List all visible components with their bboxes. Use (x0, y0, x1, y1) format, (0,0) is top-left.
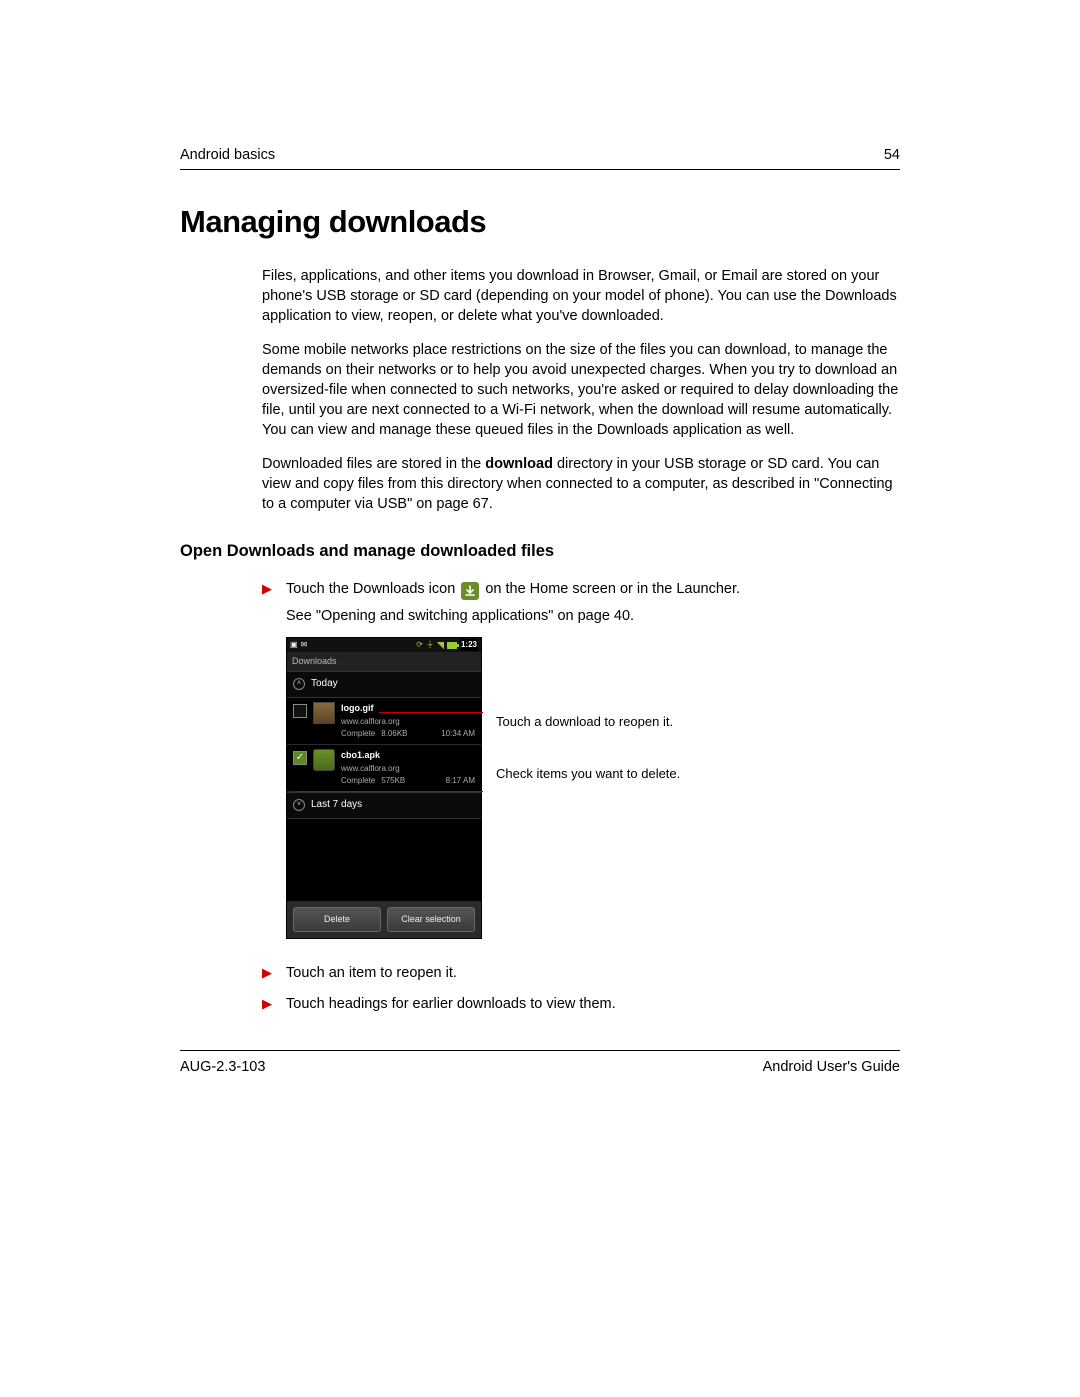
signal-icon (437, 642, 444, 649)
step-text: Touch headings for earlier downloads to … (286, 994, 900, 1015)
triangle-bullet-icon: ▶ (262, 579, 276, 953)
section-heading: Open Downloads and manage downloaded fil… (180, 542, 900, 561)
body-text: Files, applications, and other items you… (262, 266, 900, 514)
paragraph: Some mobile networks place restrictions … (262, 340, 900, 440)
page-number: 54 (884, 147, 900, 163)
step-item: ▶ Touch the Downloads icon on the Home s… (262, 579, 900, 953)
callout-line (379, 712, 483, 714)
battery-icon (447, 642, 457, 649)
callout-text: Check items you want to delete. (496, 765, 680, 784)
download-row[interactable]: logo.gif www.calflora.org Complete 8.06K… (287, 698, 481, 745)
triangle-bullet-icon: ▶ (262, 963, 276, 984)
file-thumbnail (313, 702, 335, 724)
app-title-bar: Downloads (287, 652, 481, 671)
running-footer: AUG-2.3-103 Android User's Guide (180, 1050, 900, 1075)
paragraph: Files, applications, and other items you… (262, 266, 900, 326)
delete-button[interactable]: Delete (293, 907, 381, 932)
checkbox-unchecked[interactable] (293, 704, 307, 718)
wifi-icon: ⏚ (426, 639, 434, 651)
doc-title: Android User's Guide (763, 1059, 900, 1075)
step-text: Touch the Downloads icon on the Home scr… (286, 581, 740, 597)
callout-line (297, 791, 483, 793)
button-bar: Delete Clear selection (287, 901, 481, 938)
running-header: Android basics 54 (180, 147, 900, 170)
triangle-bullet-icon: ▶ (262, 994, 276, 1015)
section-name: Android basics (180, 147, 275, 163)
file-time: 10:34 AM (441, 728, 475, 740)
clock: 1:23 (460, 639, 478, 651)
document-page: Android basics 54 Managing downloads Fil… (0, 0, 1080, 1397)
checkbox-checked[interactable] (293, 751, 307, 765)
step-item: ▶ Touch an item to reopen it. (262, 963, 900, 984)
callout-labels: Touch a download to reopen it. Check ite… (496, 637, 756, 939)
doc-id: AUG-2.3-103 (180, 1059, 265, 1075)
step-item: ▶ Touch headings for earlier downloads t… (262, 994, 900, 1015)
step-text: Touch an item to reopen it. (286, 963, 900, 984)
file-source: www.calflora.org (341, 763, 475, 775)
group-header-today[interactable]: ˄ Today (287, 671, 481, 698)
notification-icon: ✉ (301, 639, 308, 651)
paragraph: Downloaded files are stored in the downl… (262, 454, 900, 514)
file-source: www.calflora.org (341, 716, 475, 728)
file-name: cbo1.apk (341, 749, 475, 762)
collapse-icon: ˄ (293, 678, 305, 690)
file-thumbnail (313, 749, 335, 771)
download-row[interactable]: cbo1.apk www.calflora.org Complete 575KB… (287, 745, 481, 792)
clear-selection-button[interactable]: Clear selection (387, 907, 475, 932)
page-title: Managing downloads (180, 204, 900, 240)
group-header-last7[interactable]: ˅ Last 7 days (287, 792, 481, 819)
expand-icon: ˅ (293, 799, 305, 811)
callout-text: Touch a download to reopen it. (496, 713, 673, 732)
downloads-app-icon (461, 582, 479, 600)
notification-icon: ▣ (290, 639, 298, 651)
screenshot-figure: ▣ ✉ ⟳ ⏚ 1:23 Downloads (286, 637, 900, 939)
steps-list: ▶ Touch the Downloads icon on the Home s… (262, 579, 900, 1015)
step-subtext: See "Opening and switching applications"… (286, 606, 900, 627)
status-bar: ▣ ✉ ⟳ ⏚ 1:23 (287, 638, 481, 652)
phone-screen: ▣ ✉ ⟳ ⏚ 1:23 Downloads (286, 637, 482, 939)
file-time: 8:17 AM (446, 775, 475, 787)
sync-icon: ⟳ (416, 639, 423, 651)
